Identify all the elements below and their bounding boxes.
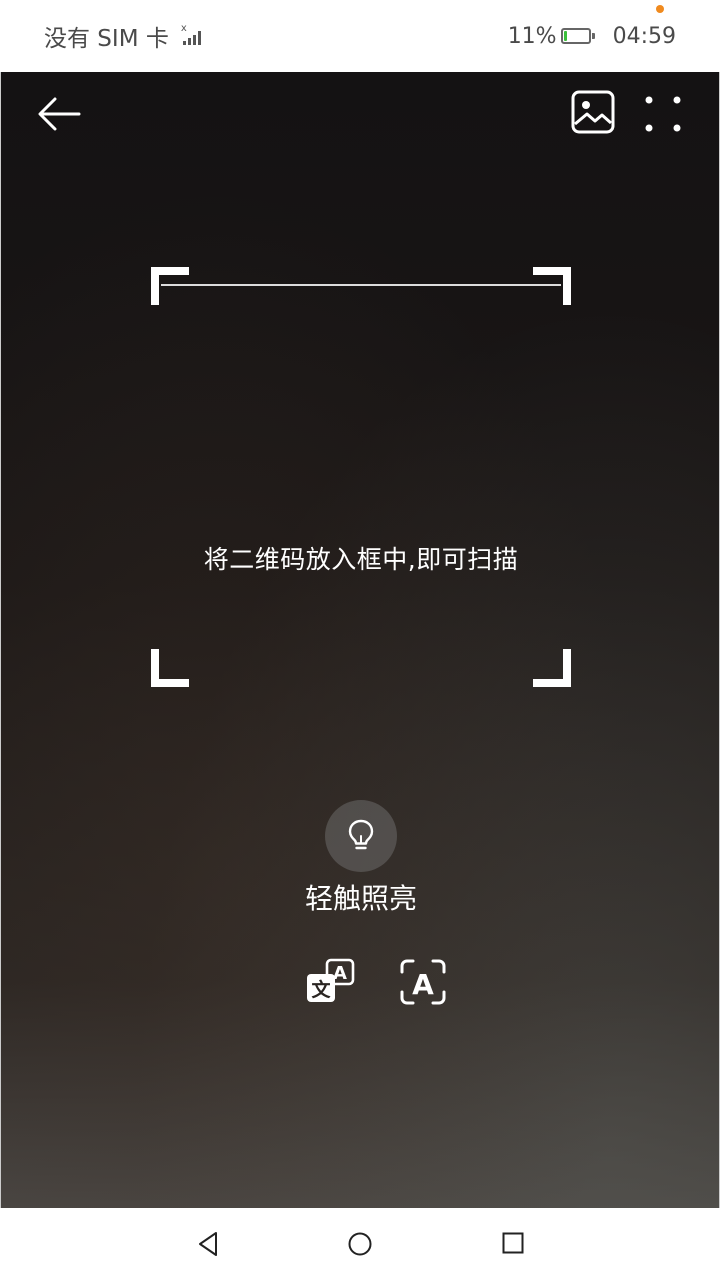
more-dots-icon[interactable] [639,90,687,138]
battery-icon [560,28,595,44]
status-bar: 没有 SIM 卡 x 11% 04:59 [0,0,720,72]
signal-icon: x [181,23,201,45]
torch-label: 轻触照亮 [304,882,417,915]
text-recognition-icon[interactable]: A [399,958,447,1006]
arrow-left-icon[interactable] [35,90,83,138]
camera-viewfinder: 将二维码放入框中,即可扫描 轻触照亮 A 文 A [0,72,720,1208]
translate-icon[interactable]: A 文 [305,958,355,1006]
notification-dot [656,5,664,13]
status-time: 04:59 [612,23,676,49]
navigation-bar [0,1208,720,1280]
scan-frame-corner-top-right [533,267,571,305]
status-right: 11% 04:59 [508,20,676,52]
lightbulb-icon [348,819,374,850]
scan-hint: 将二维码放入框中,即可扫描 [203,545,519,574]
scan-frame-corner-bottom-right [533,649,571,687]
battery-percent: 11% [507,23,557,49]
image-gallery-icon[interactable] [571,90,615,134]
ocr-glyph: A [412,968,434,1001]
scan-frame-corner-top-left [151,267,189,305]
scan-frame-corner-bottom-left [151,649,189,687]
circle-home-icon[interactable] [348,1232,372,1256]
carrier-text: 没有 SIM 卡 [44,26,169,52]
translate-glyph-wen: 文 [311,978,331,1001]
square-recent-icon[interactable] [502,1232,524,1254]
translate-glyph-a: A [333,963,347,984]
triangle-back-icon[interactable] [196,1230,220,1258]
scan-line [161,284,561,286]
status-left: 没有 SIM 卡 x [44,20,201,52]
torch-button[interactable] [325,800,397,872]
battery-fill [563,31,567,41]
